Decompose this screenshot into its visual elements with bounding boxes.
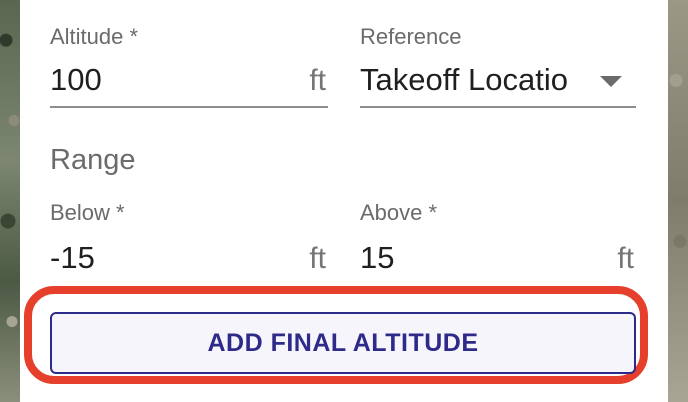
- altitude-unit: ft: [309, 64, 326, 97]
- reference-underline: [360, 106, 636, 108]
- final-altitude-panel: Altitude * 100 ft Reference Takeoff Loca…: [20, 0, 668, 402]
- altitude-input[interactable]: 100: [50, 62, 102, 98]
- below-unit: ft: [309, 242, 326, 275]
- below-label: Below *: [50, 200, 125, 225]
- above-input[interactable]: 15: [360, 240, 394, 276]
- below-field[interactable]: Below * -15 ft: [50, 200, 328, 280]
- reference-select[interactable]: Reference Takeoff Locatio: [360, 24, 636, 110]
- add-final-altitude-button[interactable]: ADD FINAL ALTITUDE: [50, 312, 636, 374]
- reference-label: Reference: [360, 24, 462, 49]
- reference-selected-value: Takeoff Locatio: [360, 62, 568, 97]
- map-background-right: [668, 0, 688, 402]
- altitude-underline: [50, 106, 328, 108]
- above-label: Above *: [360, 200, 438, 225]
- map-background-left: [0, 0, 20, 402]
- chevron-down-icon[interactable]: [600, 76, 622, 87]
- above-field[interactable]: Above * 15 ft: [360, 200, 636, 280]
- above-unit: ft: [617, 242, 634, 275]
- altitude-field[interactable]: Altitude * 100 ft: [50, 24, 328, 110]
- below-input[interactable]: -15: [50, 240, 95, 276]
- range-heading: Range: [50, 144, 136, 176]
- altitude-label: Altitude *: [50, 24, 139, 49]
